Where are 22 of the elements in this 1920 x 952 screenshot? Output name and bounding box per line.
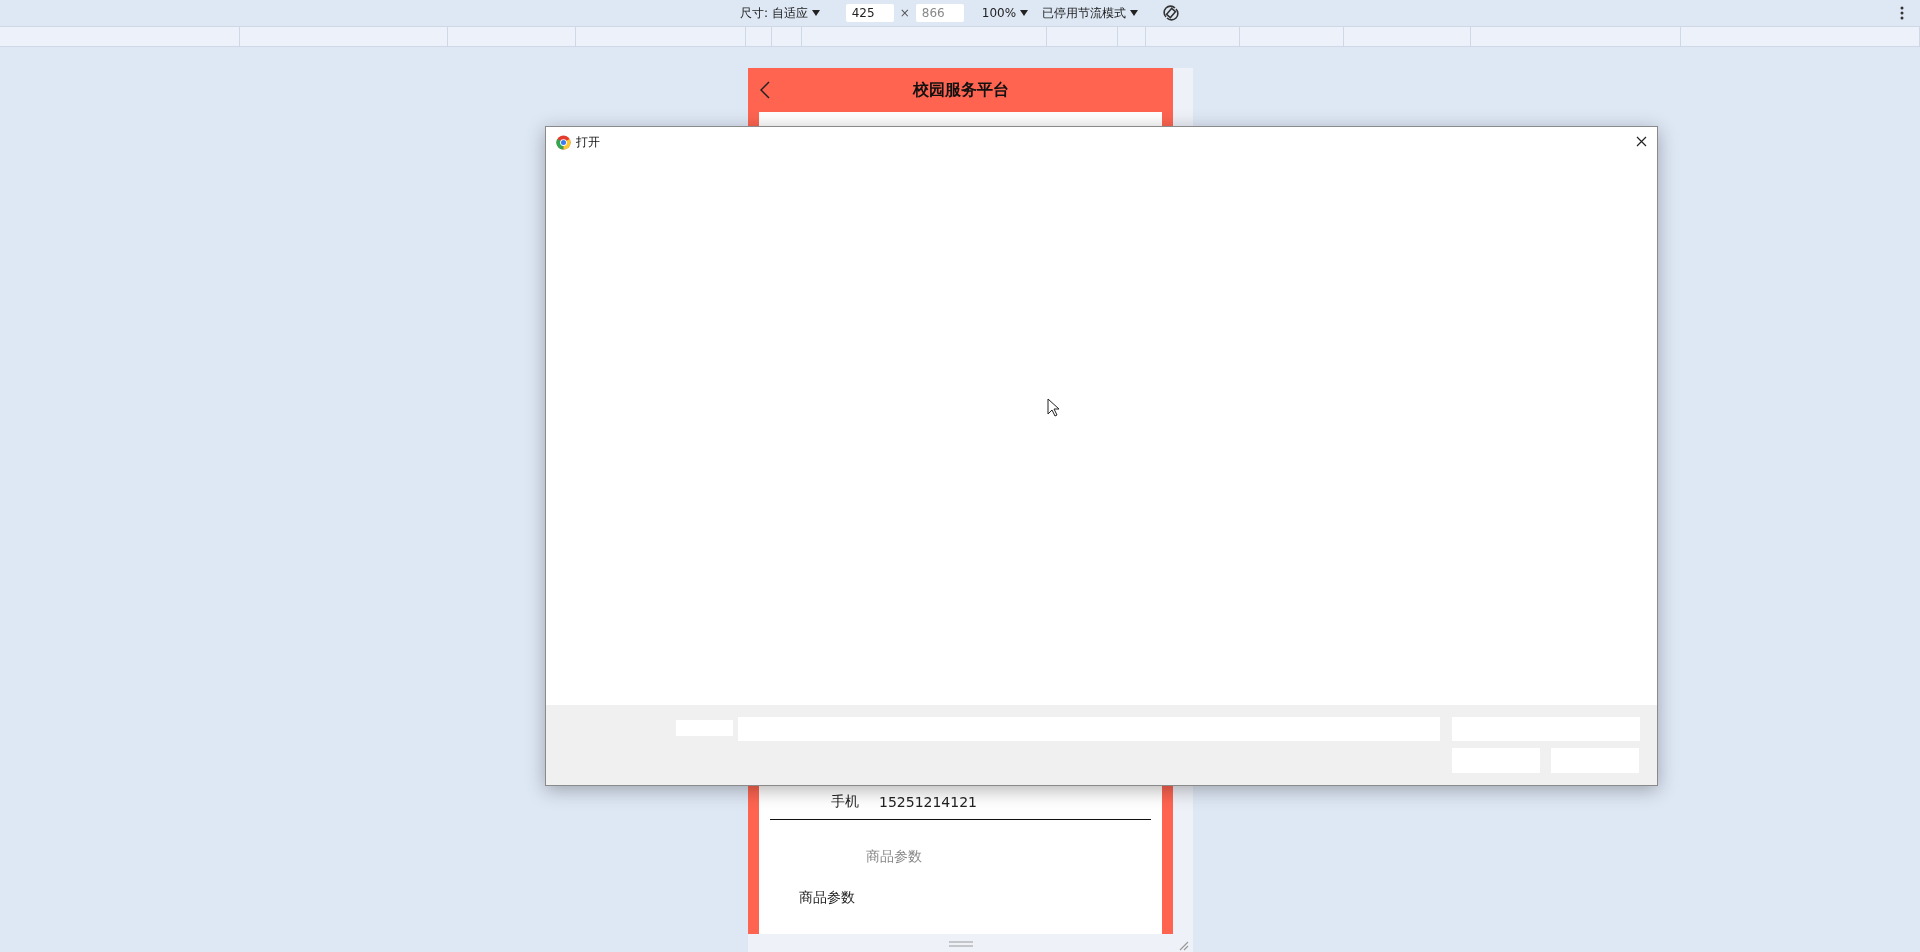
throttling-dropdown[interactable]: 已停用节流模式 — [1042, 4, 1127, 22]
field-label: 手机 — [831, 793, 859, 811]
section-title: 商品参数 — [799, 889, 855, 905]
browser-logo-icon — [556, 134, 571, 150]
caret-icon — [1130, 10, 1139, 16]
back-icon[interactable] — [760, 81, 770, 99]
dimensions-dropdown[interactable]: 尺寸: 自适应 — [739, 4, 808, 22]
height-field[interactable]: 866 — [915, 4, 964, 22]
input-field[interactable]: 商品参数 — [779, 842, 1142, 872]
times-sign: × — [899, 6, 910, 20]
mouse-pointer-icon — [1047, 398, 1059, 417]
drag-handle-icon[interactable] — [948, 940, 973, 947]
more-options-icon[interactable] — [1900, 6, 1904, 20]
dialog-title: 打开 — [576, 133, 600, 151]
page-title: 校园服务平台 — [912, 79, 1009, 101]
zoom-dropdown[interactable]: 100% — [981, 6, 1017, 20]
caret-icon — [1020, 10, 1029, 16]
caret-icon — [811, 10, 820, 16]
close-icon[interactable] — [1636, 136, 1647, 147]
rotate-icon[interactable] — [1162, 4, 1181, 22]
width-field[interactable]: 425 — [845, 4, 894, 22]
phone-number: 15251214121 — [879, 794, 977, 810]
